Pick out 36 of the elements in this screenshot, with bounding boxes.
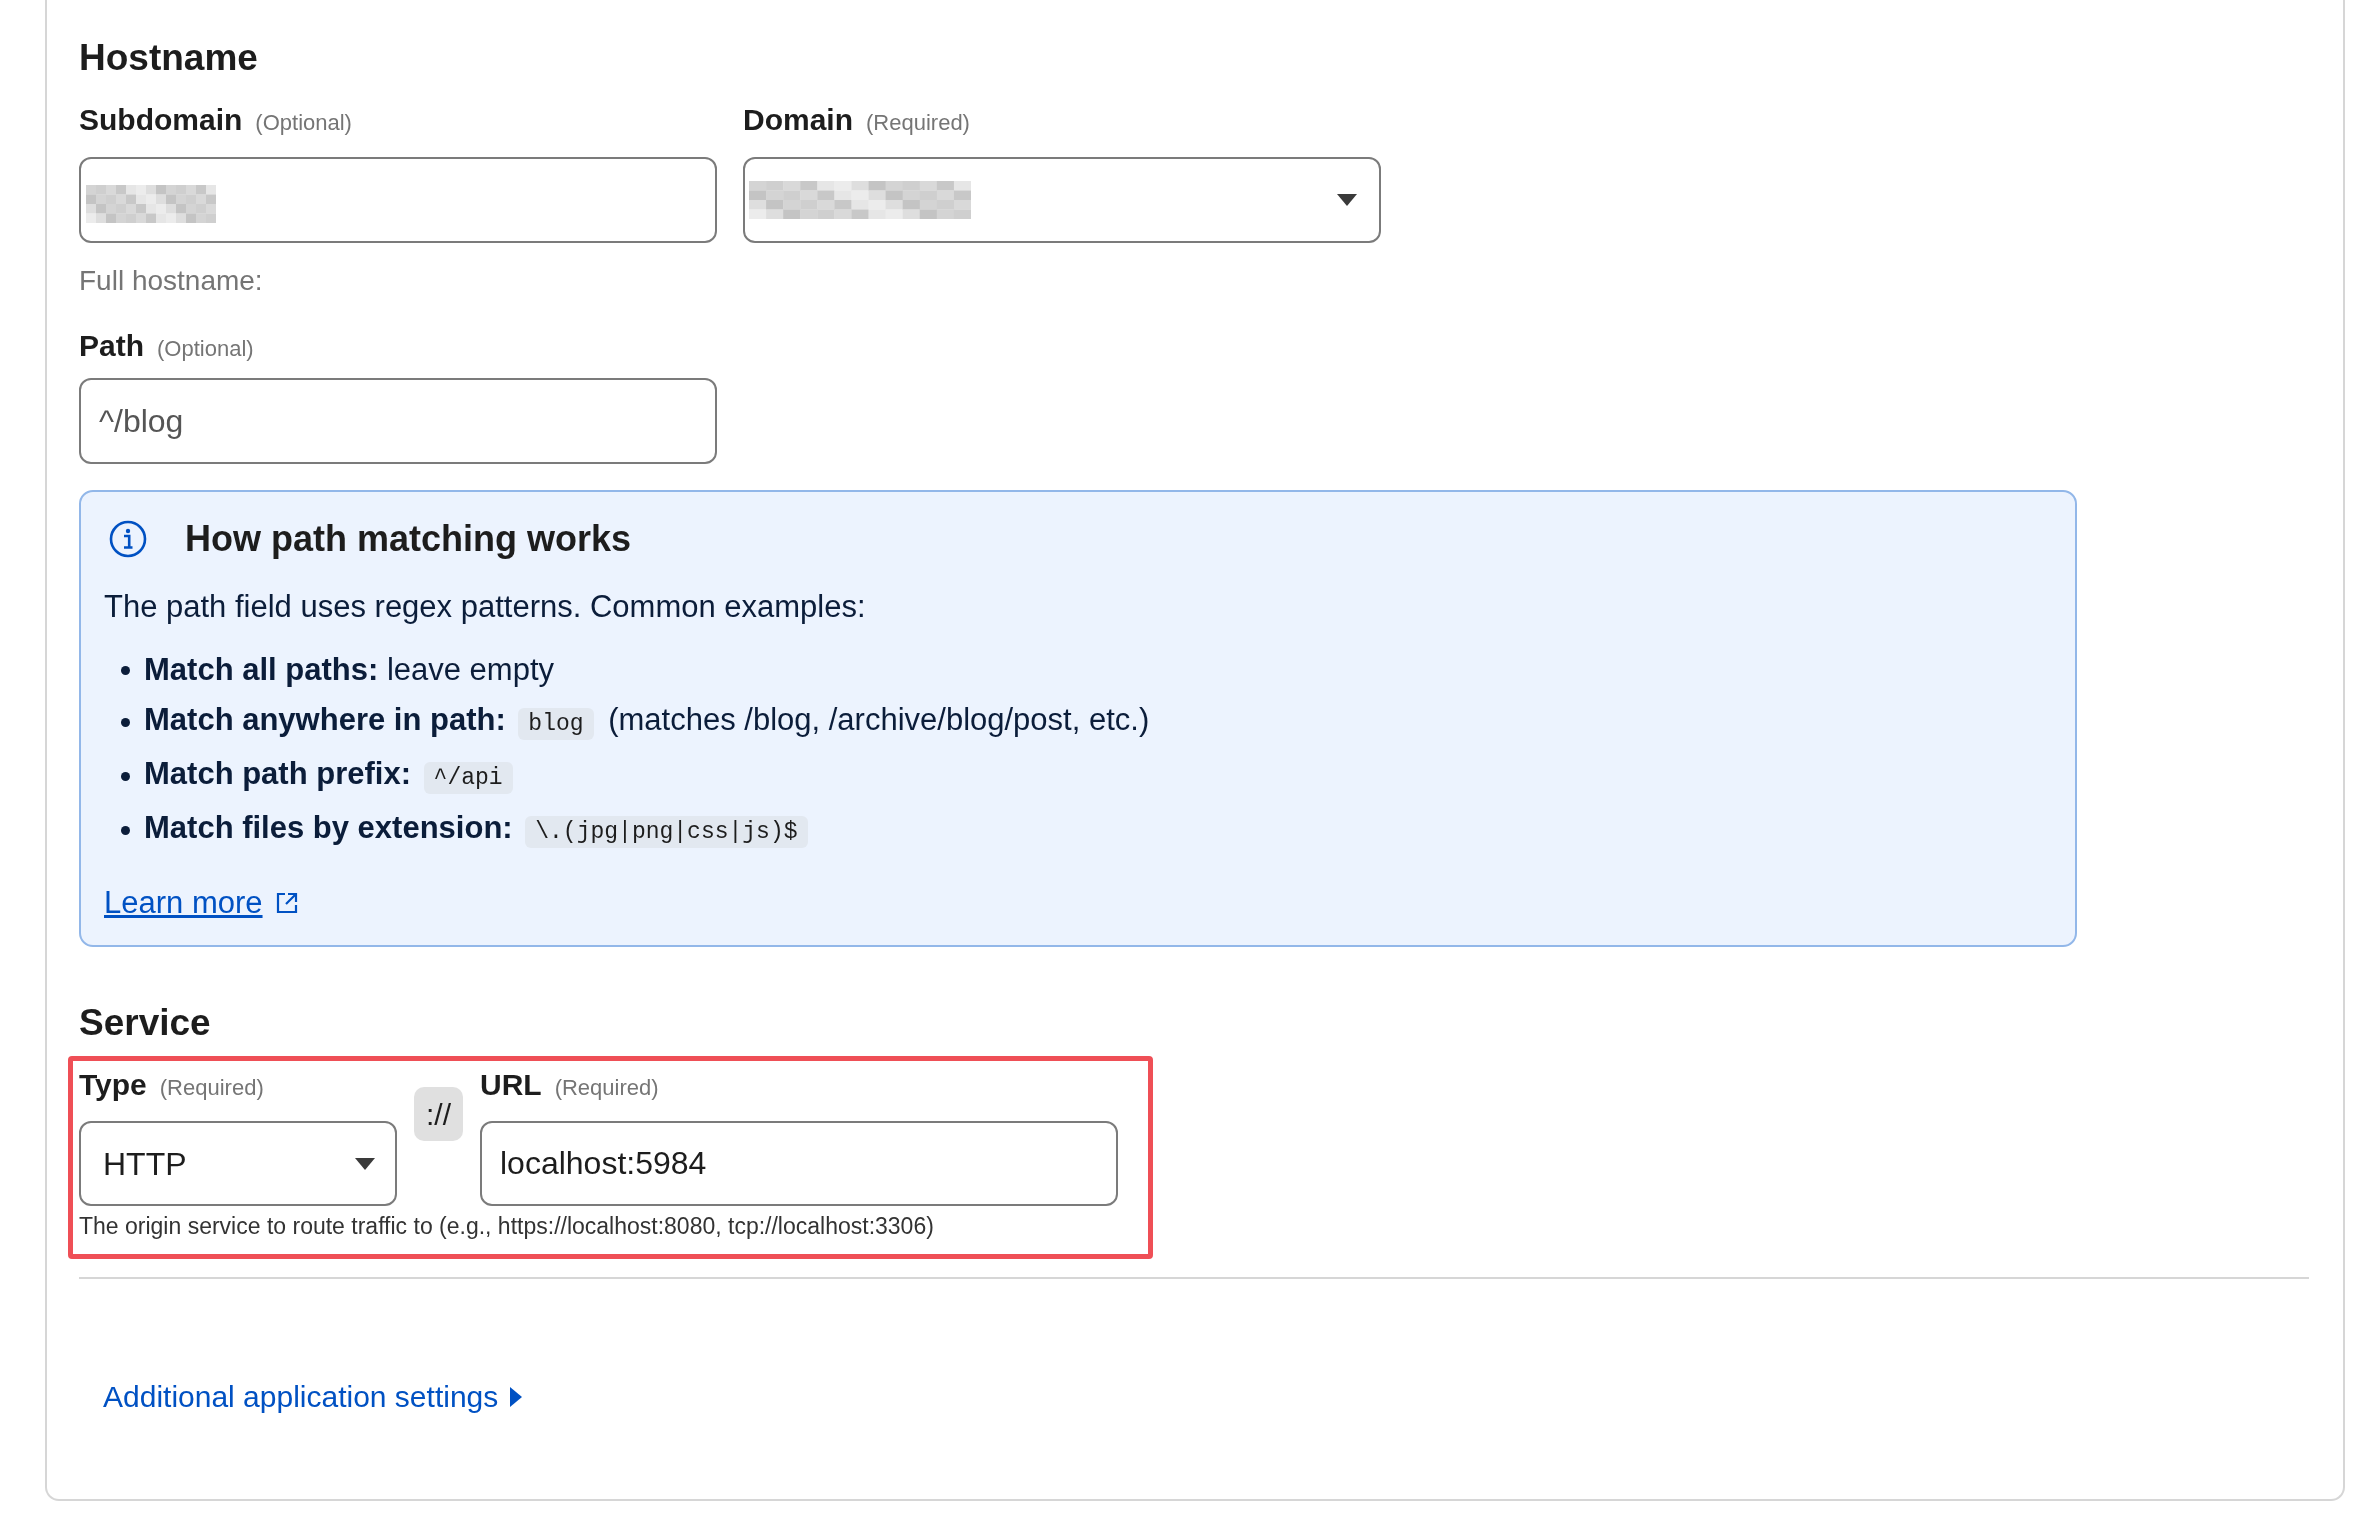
requirement-note: (Optional)	[255, 109, 352, 137]
requirement-note: (Required)	[159, 1074, 264, 1102]
bullet-icon	[121, 665, 130, 675]
caret-down-icon	[1337, 194, 1357, 206]
example-text: Match all paths: leave empty	[144, 651, 555, 689]
bullet-icon	[121, 825, 130, 835]
url-field[interactable]: localhost:5984	[480, 1121, 1118, 1206]
requirement-note: (Required)	[554, 1074, 659, 1102]
requirement-note: (Optional)	[157, 335, 254, 363]
subdomain-field[interactable]	[79, 157, 717, 243]
help-text: The origin service to route traffic to (e.g., https://localhost:8080, tcp://localhost:3306)	[79, 1212, 935, 1241]
field-label: Type	[79, 1067, 147, 1103]
info-icon	[109, 520, 147, 558]
example-text: Match path prefix: ^/api	[144, 749, 519, 803]
requirement-note: (Required)	[866, 109, 970, 137]
field-label: Subdomain	[79, 102, 243, 138]
domain-select[interactable]	[743, 157, 1381, 243]
external-link-icon	[274, 891, 299, 915]
callout-title: How path matching works	[185, 517, 632, 561]
callout-text: The path field uses regex patterns. Common examples:	[104, 588, 867, 626]
example-text: Match files by extension: \.(jpg|png|css|js)$	[144, 803, 814, 857]
protocol-separator: ://	[414, 1087, 463, 1141]
field-label: Domain	[743, 102, 853, 138]
example-text: Match anywhere in path: blog (matches /blog, /archive/blog/post, etc.)	[144, 695, 1150, 749]
caret-down-icon	[355, 1157, 375, 1170]
learn-more-link[interactable]: Learn more	[104, 881, 299, 925]
section-heading: Service	[79, 1001, 212, 1045]
field-label: Path	[79, 328, 144, 364]
section-heading: Hostname	[79, 36, 259, 80]
full-hostname-text: Full hostname:	[79, 264, 264, 298]
bullet-icon	[121, 717, 130, 727]
additional-settings-toggle[interactable]: Additional application settings	[103, 1375, 523, 1419]
path-field[interactable]: ^/blog	[79, 378, 717, 464]
type-select[interactable]: HTTP	[79, 1121, 397, 1206]
bullet-icon	[121, 771, 130, 781]
field-label: URL	[480, 1067, 542, 1103]
